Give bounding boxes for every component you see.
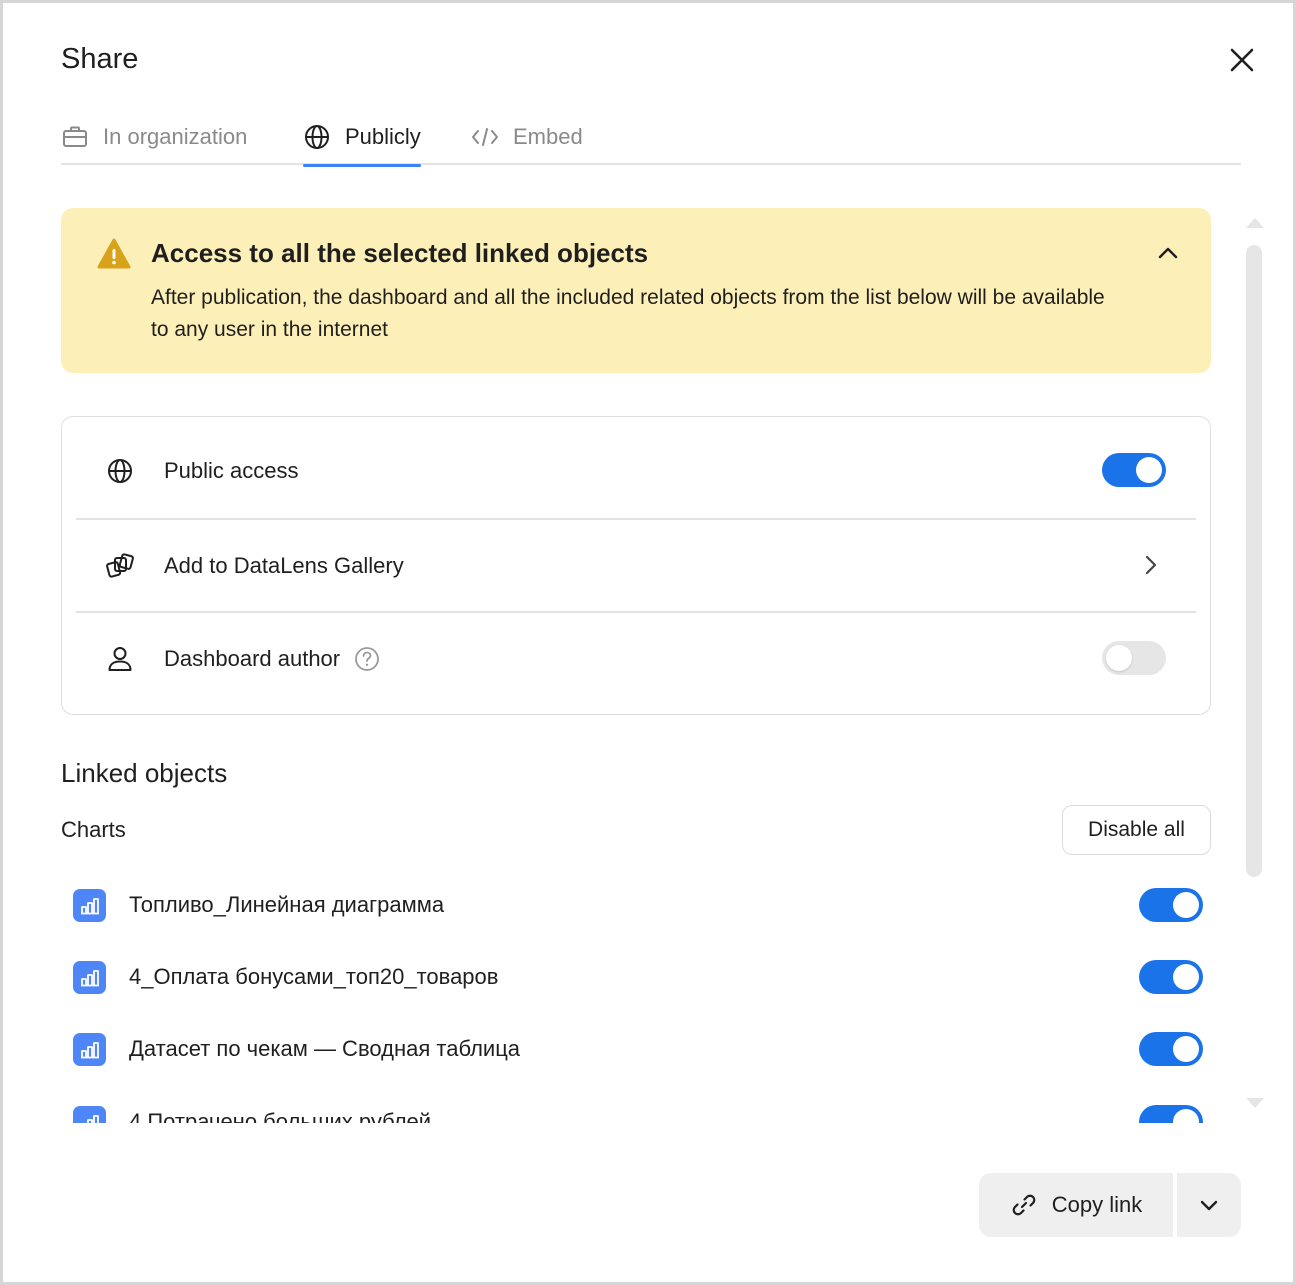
- warning-alert: Access to all the selected linked object…: [61, 208, 1211, 373]
- close-button[interactable]: [1223, 41, 1261, 79]
- public-access-label: Public access: [164, 457, 299, 483]
- share-dialog: Share In organization Publicly Embed Acc…: [0, 0, 1296, 1285]
- linked-objects-title: Linked objects: [61, 758, 228, 788]
- chart-icon: [73, 1033, 106, 1066]
- dashboard-author-toggle[interactable]: [1102, 641, 1166, 675]
- code-icon: [471, 123, 499, 151]
- chart-toggle[interactable]: [1139, 960, 1203, 994]
- dashboard-author-row: Dashboard author: [76, 612, 1196, 705]
- chart-icon: [73, 1106, 106, 1123]
- tab-in-organization[interactable]: In organization: [61, 109, 247, 165]
- chart-icon: [73, 889, 106, 922]
- chart-name: Датасет по чекам — Сводная таблица: [129, 1036, 521, 1061]
- chart-toggle[interactable]: [1139, 1105, 1203, 1123]
- person-icon: [104, 643, 136, 675]
- gallery-icon: [104, 550, 136, 582]
- scroll-down-arrow-icon[interactable]: [1246, 1098, 1264, 1108]
- chart-icon: [73, 961, 106, 994]
- chart-name: 4_Оплата бонусами_топ20_товаров: [129, 964, 499, 989]
- tab-label: In organization: [103, 124, 248, 149]
- chart-toggle[interactable]: [1139, 1032, 1203, 1066]
- settings-card: Public access Add to DataLens Gallery Da…: [61, 416, 1211, 715]
- author-label-text: Dashboard author: [164, 645, 341, 671]
- chevron-right-icon: [1145, 555, 1157, 575]
- warning-icon: [97, 238, 131, 269]
- copy-options-button[interactable]: [1177, 1173, 1241, 1237]
- dashboard-author-label: Dashboard author: [164, 646, 380, 672]
- scroll-up-arrow-icon[interactable]: [1246, 218, 1264, 228]
- globe-icon: [303, 123, 331, 151]
- list-item: 4_Оплата бонусами_топ20_товаров: [61, 954, 1211, 1004]
- list-item: Датасет по чекам — Сводная таблица: [61, 1026, 1211, 1076]
- tab-label: Embed: [513, 124, 583, 149]
- tab-bar: In organization Publicly Embed: [61, 109, 1241, 167]
- gallery-label: Add to DataLens Gallery: [164, 552, 404, 578]
- copy-link-button[interactable]: Copy link: [979, 1173, 1173, 1237]
- list-item: 4 Потрачено больших рублей: [61, 1099, 1211, 1123]
- charts-title: Charts: [61, 817, 126, 842]
- public-access-row: Public access: [76, 424, 1196, 517]
- link-icon: [1010, 1191, 1038, 1219]
- scroll-content[interactable]: Access to all the selected linked object…: [61, 208, 1211, 1123]
- disable-all-button[interactable]: Disable all: [1062, 805, 1211, 855]
- scroll-thumb[interactable]: [1246, 245, 1262, 877]
- copy-link-label: Copy link: [1051, 1192, 1143, 1217]
- briefcase-icon: [61, 123, 89, 151]
- chevron-up-icon[interactable]: [1153, 238, 1183, 268]
- public-access-toggle[interactable]: [1102, 453, 1166, 487]
- tab-label: Publicly: [345, 124, 421, 149]
- help-icon[interactable]: [354, 646, 380, 672]
- chart-name: Топливо_Линейная диаграмма: [129, 892, 445, 917]
- close-icon: [1230, 48, 1254, 72]
- chart-toggle[interactable]: [1139, 888, 1203, 922]
- scrollbar[interactable]: [1241, 218, 1267, 1113]
- alert-title: Access to all the selected linked object…: [151, 238, 649, 268]
- gallery-row[interactable]: Add to DataLens Gallery: [76, 519, 1196, 612]
- chevron-down-icon: [1200, 1200, 1218, 1211]
- tab-embed[interactable]: Embed: [471, 109, 583, 165]
- list-item: Топливо_Линейная диаграмма: [61, 882, 1211, 932]
- dialog-title: Share: [61, 43, 139, 75]
- tab-publicly[interactable]: Publicly: [303, 109, 421, 167]
- globe-icon: [104, 455, 136, 487]
- chart-name: 4 Потрачено больших рублей: [129, 1109, 432, 1123]
- alert-text: After publication, the dashboard and all…: [151, 286, 1105, 341]
